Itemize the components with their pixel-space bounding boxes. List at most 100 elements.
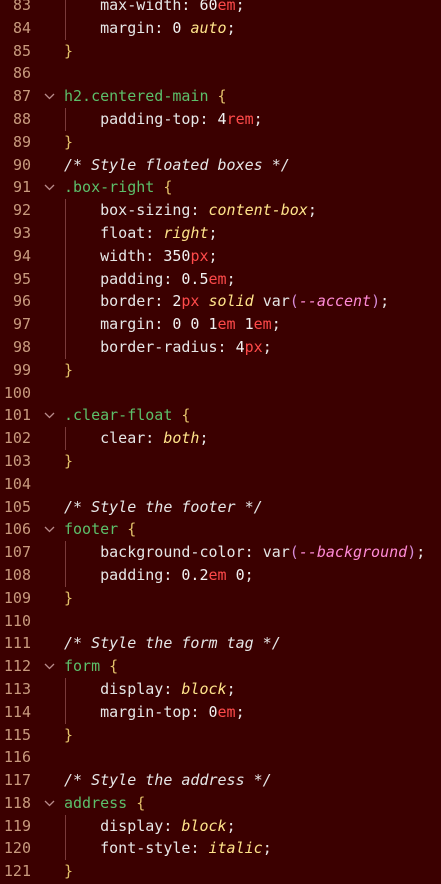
code-text: /* Style the footer */	[64, 496, 263, 519]
code-line[interactable]: 94 width: 350px;	[0, 244, 441, 268]
line-number: 105	[3, 497, 31, 516]
chevron-down-icon[interactable]	[44, 792, 56, 815]
token-brace: }	[64, 360, 74, 379]
code-line[interactable]: 88 padding-top: 4rem;	[0, 107, 441, 131]
token-brace: {	[127, 520, 137, 539]
token-punc: ;	[262, 337, 272, 356]
line-number: 115	[3, 725, 31, 744]
line-number: 91	[12, 178, 31, 197]
code-line[interactable]: 121}	[0, 860, 441, 883]
code-editor[interactable]: 83 max-width: 60em; 84 margin: 0 auto; 85}…	[0, 0, 441, 883]
code-text: form {	[64, 655, 118, 678]
code-line[interactable]: 119 display: block;	[0, 814, 441, 838]
token-punc: ;	[307, 201, 317, 220]
token-brace: }	[64, 451, 74, 470]
token-punc: :	[145, 223, 164, 242]
code-text: margin: 0 0 1em 1em;	[64, 313, 281, 336]
code-line[interactable]: 107 background-color: var(--background);	[0, 541, 441, 564]
token-comment: /* Style the footer */	[64, 497, 263, 516]
code-line[interactable]: 117 /* Style the address */	[0, 769, 441, 792]
code-line[interactable]: 83 max-width: 60em;	[0, 0, 441, 17]
code-line[interactable]: 108 padding: 0.2em 0;	[0, 563, 441, 587]
token-sel: address	[64, 793, 137, 812]
line-number: 107	[3, 543, 31, 562]
chevron-down-icon[interactable]	[44, 655, 56, 678]
code-line[interactable]: 103}	[0, 450, 441, 473]
token-num-v: 0 0 1	[172, 315, 218, 334]
token-unit: em	[208, 565, 236, 584]
token-punc: ;	[226, 18, 236, 37]
code-line[interactable]: 84 margin: 0 auto;	[0, 16, 441, 40]
token-brace: {	[109, 657, 119, 676]
token-prop: margin-top	[64, 702, 191, 721]
token-brace: {	[136, 793, 146, 812]
code-line[interactable]: 102 clear: both;	[0, 427, 441, 450]
token-prop: padding	[64, 269, 164, 288]
line-number: 84	[12, 18, 31, 37]
code-line[interactable]: 95 padding: 0.5em;	[0, 267, 441, 291]
line-number: 109	[3, 588, 31, 607]
code-text: background-color: var(--background);	[64, 541, 425, 564]
token-punc: :	[217, 337, 236, 356]
line-number: 86	[12, 64, 31, 83]
code-line[interactable]: 99}	[0, 359, 441, 382]
code-line[interactable]: 87 h2.centered-main {	[0, 85, 441, 108]
token-brace: }	[64, 725, 74, 744]
code-text: max-width: 60em;	[64, 0, 245, 17]
code-line[interactable]: 101 .clear-float {	[0, 404, 441, 427]
line-number: 102	[3, 429, 31, 448]
code-text: /* Style the address */	[64, 769, 272, 792]
code-line[interactable]: 97 margin: 0 0 1em 1em;	[0, 313, 441, 336]
code-line[interactable]: 113 display: block;	[0, 677, 441, 701]
chevron-down-icon[interactable]	[44, 85, 56, 108]
code-line[interactable]: 98 border-radius: 4px;	[0, 335, 441, 359]
code-line[interactable]: 91 .box-right {	[0, 176, 441, 199]
code-line[interactable]: 105 /* Style the footer */	[0, 496, 441, 519]
token-prop: border	[64, 292, 155, 311]
token-punc: ;	[271, 315, 281, 334]
token-unit: px	[244, 337, 263, 356]
token-prop: background-color	[64, 543, 245, 562]
code-line[interactable]: 92 box-sizing: content-box;	[0, 199, 441, 222]
code-line[interactable]: 90 /* Style floated boxes */	[0, 154, 441, 177]
code-line[interactable]: 118 address {	[0, 792, 441, 815]
code-line[interactable]: 106 footer {	[0, 518, 441, 541]
code-text: footer {	[64, 518, 136, 541]
token-unit: em	[253, 315, 272, 334]
code-line[interactable]: 85}	[0, 40, 441, 63]
token-comment: /* Style the form tag */	[64, 634, 281, 653]
token-brace: }	[64, 862, 74, 881]
code-line[interactable]: 110	[0, 610, 441, 633]
code-line[interactable]: 96 border: 2px solid var(--accent);	[0, 290, 441, 314]
code-text: border: 2px solid var(--accent);	[64, 290, 389, 313]
code-text: padding: 0.5em;	[64, 268, 236, 291]
line-number: 83	[12, 0, 31, 14]
code-line[interactable]: 114 margin-top: 0em;	[0, 700, 441, 724]
code-line[interactable]: 115}	[0, 724, 441, 747]
chevron-down-icon[interactable]	[44, 176, 56, 199]
code-line[interactable]: 109}	[0, 587, 441, 610]
chevron-down-icon[interactable]	[44, 404, 56, 427]
token-punc: ;	[226, 269, 236, 288]
token-punc: ;	[226, 679, 236, 698]
token-punc: :	[190, 839, 209, 858]
code-line[interactable]: 86	[0, 62, 441, 85]
code-line[interactable]: 116	[0, 746, 441, 769]
line-number: 121	[3, 862, 31, 881]
code-text: }	[64, 587, 73, 610]
line-number: 94	[12, 246, 31, 265]
token-punc: :	[145, 246, 164, 265]
token-kw: block	[181, 816, 227, 835]
token-sel: h2.centered-main	[64, 87, 218, 106]
code-line[interactable]: 104	[0, 473, 441, 496]
code-line[interactable]: 111 /* Style the form tag */	[0, 632, 441, 655]
token-punc: :	[199, 109, 218, 128]
code-line[interactable]: 100	[0, 382, 441, 405]
code-line[interactable]: 120 font-style: italic;	[0, 837, 441, 861]
code-line[interactable]: 89}	[0, 131, 441, 154]
chevron-down-icon[interactable]	[44, 518, 56, 541]
code-text: margin: 0 auto;	[64, 17, 236, 40]
code-line[interactable]: 112 form {	[0, 655, 441, 678]
token-punc: :	[190, 702, 209, 721]
code-line[interactable]: 93 float: right;	[0, 221, 441, 245]
